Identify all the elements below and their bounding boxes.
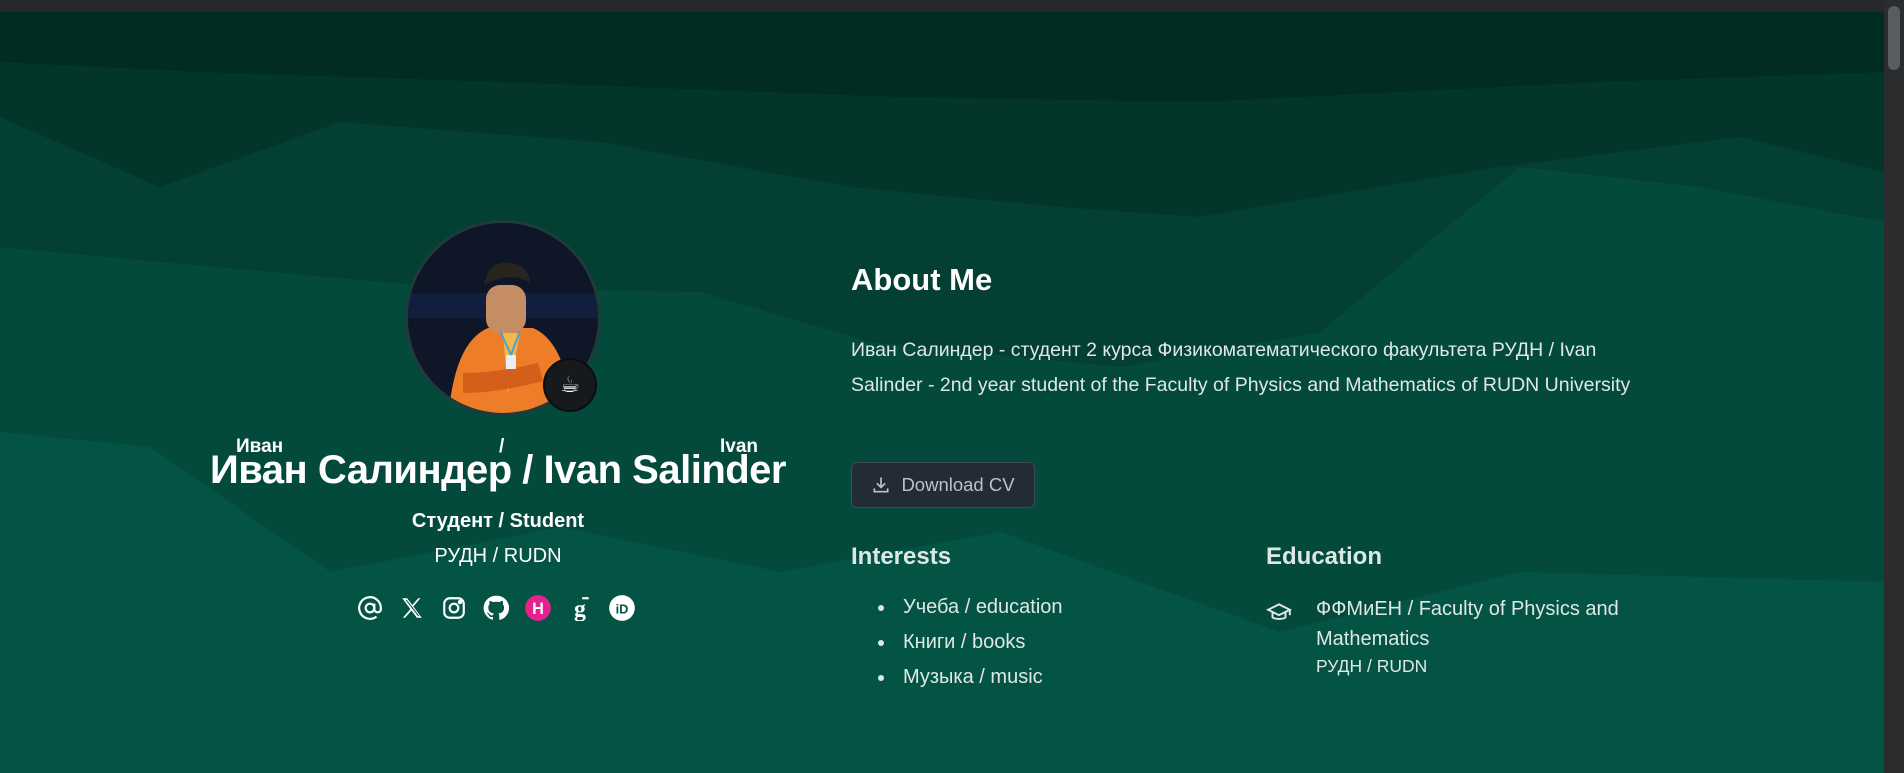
interests-list: Учеба / education Книги / books Музыка /… xyxy=(851,590,1151,695)
download-cv-label: Download CV xyxy=(901,474,1015,495)
svg-text:g: g xyxy=(574,597,586,621)
education-heading: Education xyxy=(1266,543,1383,570)
profile-name: Иван Салиндер / Ivan Salinder xyxy=(209,448,787,492)
github-icon[interactable] xyxy=(482,594,510,622)
hashnode-icon[interactable]: H xyxy=(524,594,552,622)
list-item: Музыка / music xyxy=(851,660,1151,695)
list-item: Учеба / education xyxy=(851,590,1151,625)
download-icon xyxy=(873,477,889,493)
svg-text:H: H xyxy=(532,600,544,618)
profile-role: Студент / Student xyxy=(411,510,585,532)
social-links: H g iD xyxy=(356,590,636,626)
page-scrollbar[interactable] xyxy=(1884,0,1904,773)
list-item: Книги / books xyxy=(851,625,1151,660)
education-institution: РУДН / RUDN xyxy=(1316,656,1428,676)
orcid-icon[interactable]: iD xyxy=(608,594,636,622)
coffee-cup-icon: ☕ xyxy=(543,358,597,412)
browser-top-bar xyxy=(0,0,1884,12)
education-degree: ФФМиЕН / Faculty of Physics and Mathemat… xyxy=(1316,598,1619,650)
graduation-cap-icon xyxy=(1266,603,1292,620)
about-me-heading: About Me xyxy=(851,262,993,297)
profile-organization: РУДН / RUDN xyxy=(434,545,562,567)
google-scholar-icon[interactable]: g xyxy=(566,594,594,622)
scrollbar-thumb[interactable] xyxy=(1888,6,1900,70)
download-cv-button[interactable]: Download CV xyxy=(851,462,1035,508)
at-email-icon[interactable] xyxy=(356,594,384,622)
svg-text:iD: iD xyxy=(616,601,629,616)
about-me-text: Иван Салиндер - студент 2 курса Физикома… xyxy=(851,339,1631,396)
profile-avatar-block: ☕ xyxy=(405,220,601,416)
instagram-icon[interactable] xyxy=(440,594,468,622)
x-twitter-icon[interactable] xyxy=(398,594,426,622)
interests-heading: Interests xyxy=(851,543,952,570)
